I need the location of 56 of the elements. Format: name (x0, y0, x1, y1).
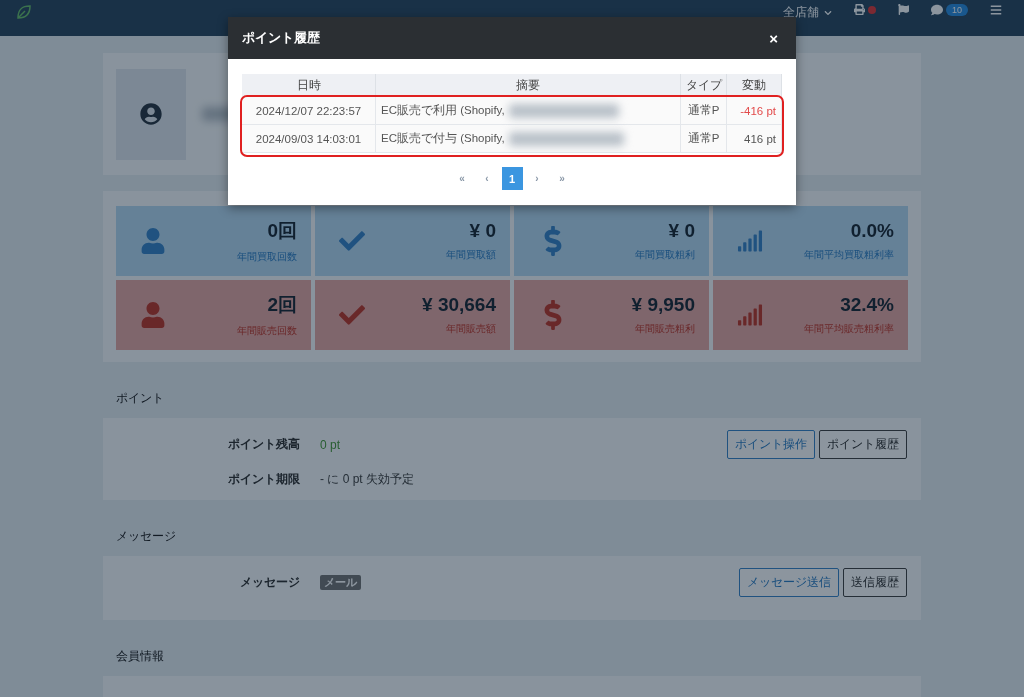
column-header: 摘要 (376, 74, 681, 97)
check-icon (339, 302, 365, 328)
table-cell: EC販売で利用 (Shopify, (376, 97, 681, 125)
previous-page-button[interactable]: ‹ (476, 167, 498, 190)
stat-value: ¥ 30,664 (422, 294, 496, 316)
stat-value: 0回 (267, 219, 297, 243)
stat-value: ¥ 0 (668, 220, 695, 242)
chat-icon (931, 4, 943, 16)
stat-label: 年間平均買取粗利率 (804, 248, 894, 262)
field-value: - に 0 pt 失効予定 (320, 471, 414, 488)
table-cell: EC販売で付与 (Shopify, (376, 125, 681, 153)
last-page-button[interactable]: » (551, 167, 573, 190)
field-value: 0 pt (320, 437, 340, 452)
field-label: メッセージ (239, 574, 300, 591)
table-cell: 416 pt (727, 125, 782, 153)
stat-value: ¥ 0 (469, 220, 496, 242)
signal-bars-icon (737, 302, 763, 328)
page-button[interactable]: 1 (501, 167, 523, 190)
column-header: 日時 (242, 74, 376, 97)
stat-label: 年間買取粗利 (635, 248, 695, 262)
table-cell: 通常P (681, 125, 727, 153)
table-cell: -416 pt (727, 97, 782, 125)
action-button[interactable]: 送信履歴 (843, 568, 907, 597)
flag-button[interactable] (898, 4, 909, 15)
stat-value: ¥ 9,950 (631, 294, 695, 316)
person-icon (140, 302, 166, 328)
table-cell: 2024/09/03 14:03:01 (242, 125, 376, 153)
leaf-logo-icon (16, 4, 32, 20)
chat-button[interactable]: 10 (931, 4, 968, 16)
action-button[interactable]: メッセージ送信 (739, 568, 839, 597)
notification-count: 10 (946, 4, 968, 16)
stat-value: 32.4% (840, 294, 894, 316)
stat-label: 年間買取回数 (237, 250, 297, 264)
store-selector[interactable]: 全店舗 (783, 4, 832, 21)
table-cell: 通常P (681, 97, 727, 125)
field-label: ポイント期限 (227, 471, 300, 488)
dialog-title: ポイント履歴 (242, 29, 320, 47)
stat-label: 年間買取額 (446, 248, 496, 262)
column-header: 変動 (727, 74, 782, 97)
close-button[interactable]: × (769, 29, 778, 47)
field-label: ポイント残高 (227, 436, 300, 453)
mail-badge: メール (320, 575, 361, 590)
printer-button[interactable] (854, 4, 876, 15)
first-page-button[interactable]: « (451, 167, 473, 190)
action-button[interactable]: ポイント操作 (727, 430, 815, 459)
person-icon (140, 228, 166, 254)
table-cell: 2024/12/07 22:23:57 (242, 97, 376, 125)
check-icon (339, 228, 365, 254)
column-header: タイプ (681, 74, 727, 97)
action-button[interactable]: ポイント履歴 (819, 430, 907, 459)
signal-bars-icon (737, 228, 763, 254)
stat-value: 2回 (267, 293, 297, 317)
stat-value: 0.0% (850, 220, 894, 242)
next-page-button[interactable]: › (526, 167, 548, 190)
chevron-down-icon (824, 8, 832, 17)
menu-button[interactable] (990, 4, 1002, 16)
